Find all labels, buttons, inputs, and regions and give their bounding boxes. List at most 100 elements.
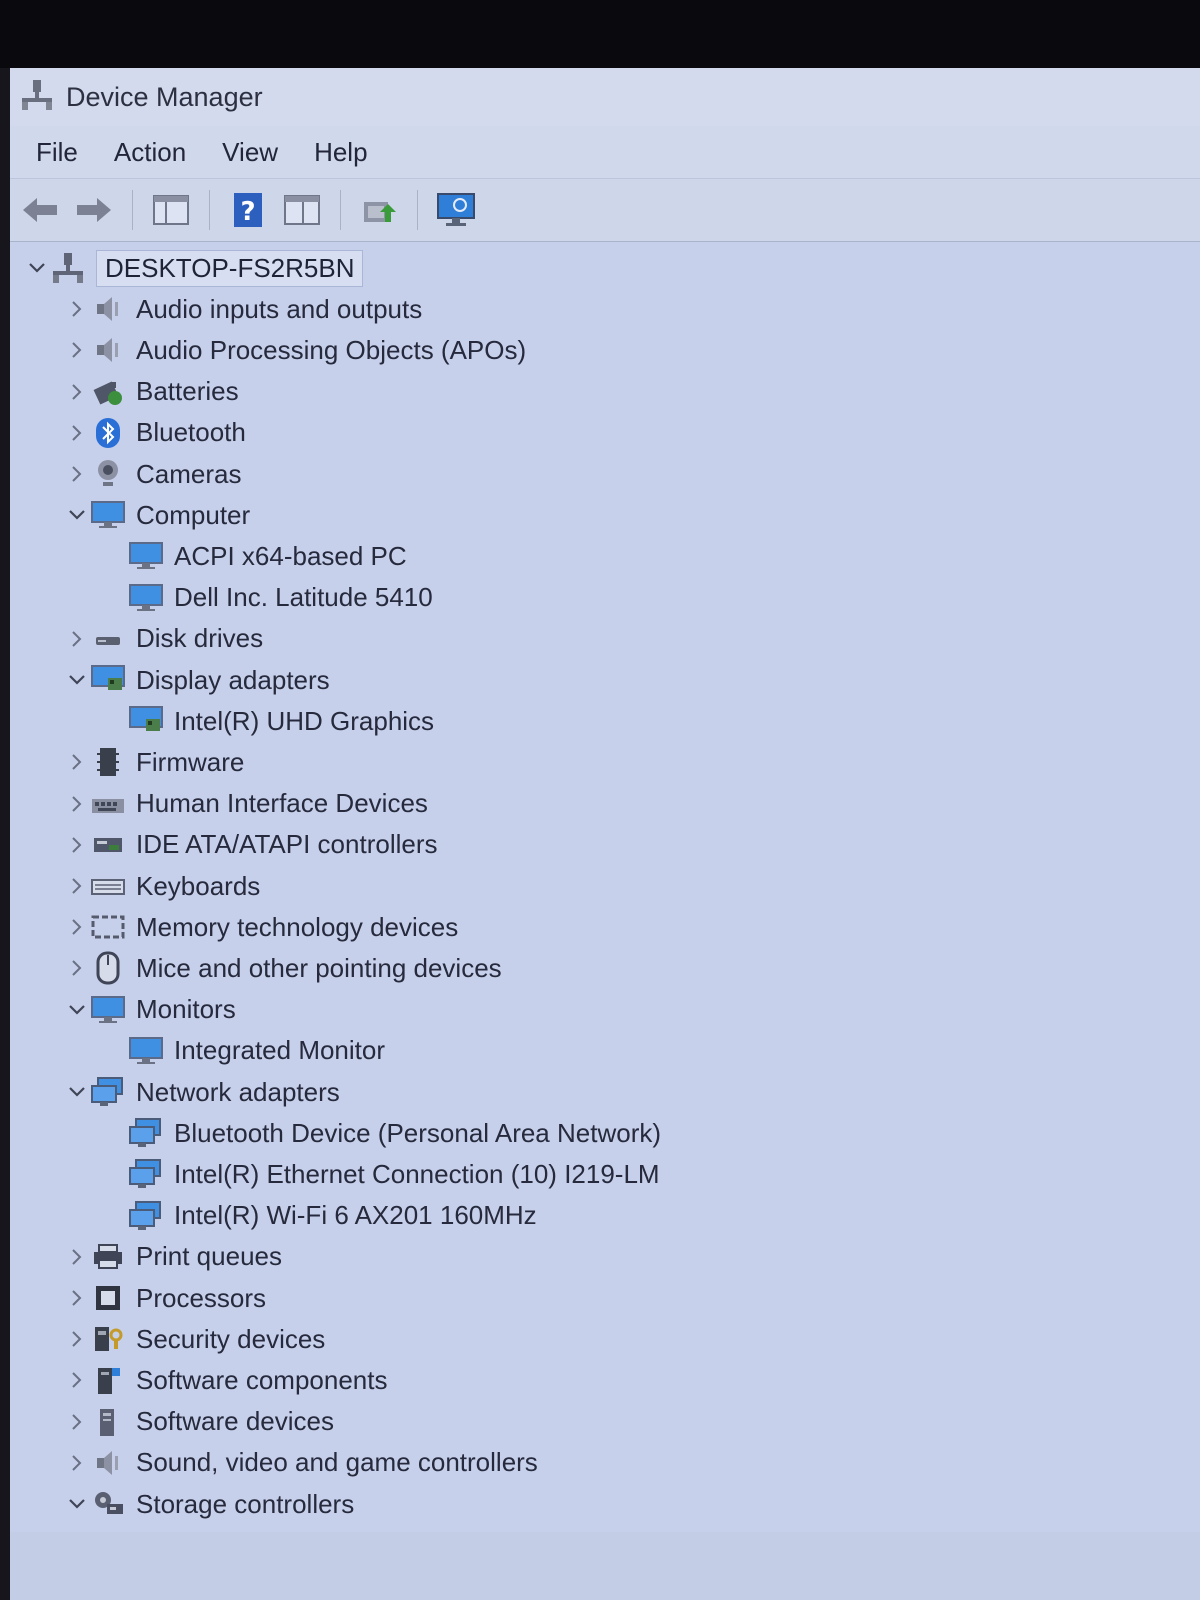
chevron-right-icon[interactable] xyxy=(64,372,90,412)
memory-card-icon xyxy=(90,909,126,945)
tree-device-intel-r-wi-fi-6-ax201-160mhz[interactable]: Intel(R) Wi-Fi 6 AX201 160MHz xyxy=(128,1196,537,1236)
properties-button[interactable] xyxy=(149,188,193,232)
menu-action[interactable]: Action xyxy=(96,131,204,174)
chevron-right-icon[interactable] xyxy=(64,907,90,947)
tree-item-label: Batteries xyxy=(136,376,239,407)
chevron-right-icon[interactable] xyxy=(64,1360,90,1400)
tree-category-disk-drives[interactable]: Disk drives xyxy=(64,619,263,659)
chevron-right-icon[interactable] xyxy=(64,289,90,329)
chevron-right-icon[interactable] xyxy=(64,825,90,865)
tree-category-audio-inputs-and-outputs[interactable]: Audio inputs and outputs xyxy=(64,289,422,329)
tree-item-label: Display adapters xyxy=(136,664,330,695)
tree-item-label: Human Interface Devices xyxy=(136,788,428,819)
details-button[interactable] xyxy=(280,188,324,232)
display-adapter-icon xyxy=(90,662,126,698)
printer-icon xyxy=(90,1239,126,1275)
tree-device-intel-r-uhd-graphics[interactable]: Intel(R) UHD Graphics xyxy=(128,701,434,741)
chevron-down-icon[interactable] xyxy=(24,248,50,288)
chevron-right-icon[interactable] xyxy=(64,742,90,782)
monitor-icon xyxy=(128,580,164,616)
tree-item-label: Dell Inc. Latitude 5410 xyxy=(174,582,433,613)
forward-button[interactable] xyxy=(72,188,116,232)
tree-category-ide-ata-atapi-controllers[interactable]: IDE ATA/ATAPI controllers xyxy=(64,825,438,865)
back-button[interactable] xyxy=(18,188,62,232)
tree-category-display-adapters[interactable]: Display adapters xyxy=(64,660,330,700)
monitor-scan-icon xyxy=(437,193,475,226)
hid-keyboard-icon xyxy=(90,786,126,822)
chevron-right-icon[interactable] xyxy=(64,784,90,824)
monitor-icon xyxy=(90,992,126,1028)
chevron-right-icon[interactable] xyxy=(64,330,90,370)
tree-device-dell-inc-latitude-5410[interactable]: Dell Inc. Latitude 5410 xyxy=(128,578,433,618)
chevron-down-icon[interactable] xyxy=(64,1072,90,1112)
tree-category-firmware[interactable]: Firmware xyxy=(64,742,244,782)
chevron-down-icon[interactable] xyxy=(64,990,90,1030)
ide-controller-icon xyxy=(90,827,126,863)
help-button[interactable]: ? xyxy=(226,188,270,232)
tree-category-software-devices[interactable]: Software devices xyxy=(64,1402,334,1442)
tree-category-memory-technology-devices[interactable]: Memory technology devices xyxy=(64,907,458,947)
chevron-right-icon[interactable] xyxy=(64,1237,90,1277)
tree-root-computer[interactable]: DESKTOP-FS2R5BN xyxy=(24,248,364,288)
menu-view[interactable]: View xyxy=(204,131,296,174)
tree-category-security-devices[interactable]: Security devices xyxy=(64,1319,325,1359)
tree-category-keyboards[interactable]: Keyboards xyxy=(64,866,260,906)
chevron-right-icon[interactable] xyxy=(64,1443,90,1483)
processor-icon xyxy=(90,1280,126,1316)
tree-item-label: IDE ATA/ATAPI controllers xyxy=(136,829,438,860)
menu-file[interactable]: File xyxy=(18,131,96,174)
chevron-right-icon[interactable] xyxy=(64,1278,90,1318)
tree-category-sound-video-and-game-controllers[interactable]: Sound, video and game controllers xyxy=(64,1443,538,1483)
tree-item-label: Intel(R) Wi-Fi 6 AX201 160MHz xyxy=(174,1200,537,1231)
chevron-right-icon[interactable] xyxy=(64,454,90,494)
tree-category-bluetooth[interactable]: Bluetooth xyxy=(64,413,246,453)
speaker-icon xyxy=(90,1445,126,1481)
tree-category-monitors[interactable]: Monitors xyxy=(64,990,236,1030)
scan-hardware-button[interactable] xyxy=(434,188,478,232)
tree-device-integrated-monitor[interactable]: Integrated Monitor xyxy=(128,1031,385,1071)
window-title: Device Manager xyxy=(66,81,263,112)
chevron-right-icon[interactable] xyxy=(64,866,90,906)
keyboard-icon xyxy=(90,868,126,904)
tree-device-acpi-x64-based-pc[interactable]: ACPI x64-based PC xyxy=(128,536,407,576)
status-bar xyxy=(10,1532,1200,1600)
chevron-right-icon[interactable] xyxy=(64,1319,90,1359)
tree-category-cameras[interactable]: Cameras xyxy=(64,454,241,494)
chevron-right-icon[interactable] xyxy=(64,619,90,659)
chevron-down-icon[interactable] xyxy=(64,660,90,700)
chevron-down-icon[interactable] xyxy=(64,495,90,535)
tree-category-print-queues[interactable]: Print queues xyxy=(64,1237,282,1277)
tree-category-mice-and-other-pointing-devices[interactable]: Mice and other pointing devices xyxy=(64,948,502,988)
tree-category-human-interface-devices[interactable]: Human Interface Devices xyxy=(64,784,428,824)
tree-item-label: Cameras xyxy=(136,458,242,489)
software-component-icon xyxy=(90,1362,126,1398)
tree-item-label: Security devices xyxy=(136,1323,326,1354)
chevron-down-icon[interactable] xyxy=(64,1484,90,1524)
screen-bezel-top xyxy=(0,0,1200,68)
monitor-icon xyxy=(128,1033,164,1069)
tree-category-software-components[interactable]: Software components xyxy=(64,1360,387,1400)
chevron-right-icon[interactable] xyxy=(64,413,90,453)
software-device-icon xyxy=(90,1404,126,1440)
tree-item-label: Software components xyxy=(136,1364,388,1395)
tree-category-computer[interactable]: Computer xyxy=(64,495,250,535)
tree-device-intel-r-ethernet-connection-10-i219-lm[interactable]: Intel(R) Ethernet Connection (10) I219-L… xyxy=(128,1154,660,1194)
computer-network-icon xyxy=(50,250,86,286)
menu-help[interactable]: Help xyxy=(296,131,385,174)
toolbar-separator xyxy=(417,190,418,230)
tree-category-storage-controllers[interactable]: Storage controllers xyxy=(64,1484,354,1524)
device-tree[interactable]: DESKTOP-FS2R5BN Audio inputs and outputs A… xyxy=(10,242,1200,1572)
tree-category-audio-processing-objects-apos[interactable]: Audio Processing Objects (APOs) xyxy=(64,330,526,370)
tree-category-network-adapters[interactable]: Network adapters xyxy=(64,1072,340,1112)
tree-category-batteries[interactable]: Batteries xyxy=(64,372,239,412)
tree-item-label: Print queues xyxy=(136,1241,282,1272)
chevron-right-icon[interactable] xyxy=(64,948,90,988)
chevron-right-icon[interactable] xyxy=(64,1402,90,1442)
monitor-icon xyxy=(90,497,126,533)
title-bar[interactable]: Device Manager xyxy=(10,68,1200,126)
tree-device-bluetooth-device-personal-area-network[interactable]: Bluetooth Device (Personal Area Network) xyxy=(128,1113,661,1153)
update-driver-button[interactable] xyxy=(357,188,401,232)
tree-item-label: DESKTOP-FS2R5BN xyxy=(96,249,364,287)
details-grid-icon xyxy=(284,195,320,225)
tree-category-processors[interactable]: Processors xyxy=(64,1278,266,1318)
